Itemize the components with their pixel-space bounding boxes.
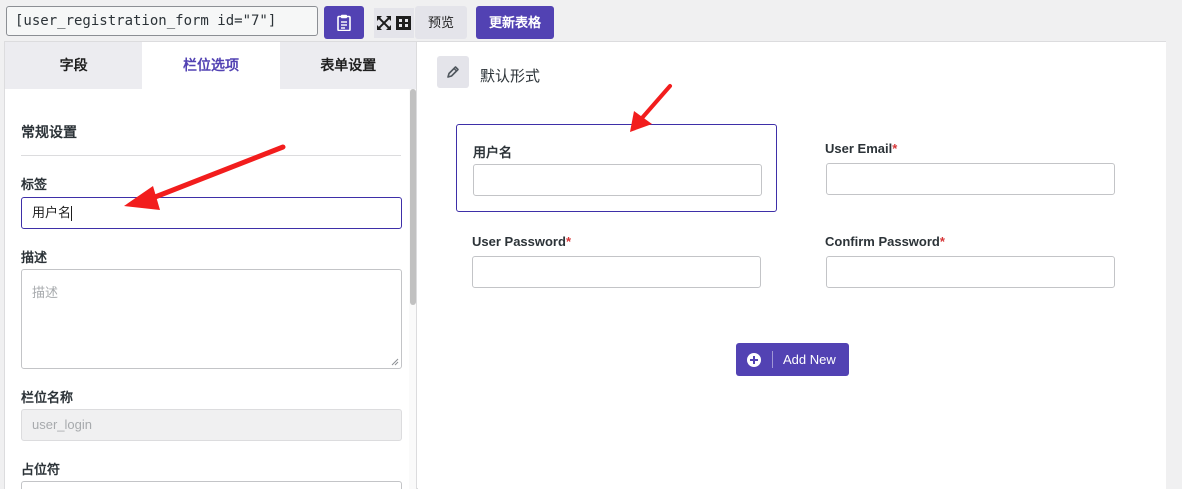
- pencil-icon: [447, 66, 459, 78]
- button-separator: [772, 351, 773, 368]
- panel-scrollbar[interactable]: [409, 89, 416, 489]
- copy-shortcode-button[interactable]: [324, 6, 364, 39]
- required-mark: *: [892, 141, 898, 156]
- required-mark: *: [939, 234, 945, 249]
- form-builder: 字段 栏位选项 表单设置 常规设置 标签 用户名 描述 描述 栏位名称 user…: [4, 41, 1166, 489]
- panel-tabs: 字段 栏位选项 表单设置: [5, 42, 416, 89]
- fullscreen-button[interactable]: [374, 8, 414, 38]
- preview-button[interactable]: 预览: [415, 6, 467, 39]
- label-input[interactable]: 用户名: [21, 197, 402, 229]
- field-name-input[interactable]: user_login: [21, 409, 402, 441]
- description-label: 描述: [21, 250, 48, 265]
- section-title: 常规设置: [21, 124, 77, 140]
- scrollbar-thumb[interactable]: [410, 89, 416, 305]
- form-field-username[interactable]: 用户名: [456, 124, 777, 212]
- tab-field-options[interactable]: 栏位选项: [142, 42, 280, 89]
- field-label: Confirm Password*: [825, 234, 945, 249]
- description-textarea[interactable]: 描述: [21, 269, 402, 369]
- add-new-label: Add New: [783, 352, 836, 367]
- page-edge: [1166, 0, 1182, 489]
- text-cursor: [71, 206, 73, 222]
- tab-form-settings[interactable]: 表单设置: [280, 42, 416, 89]
- row-edit-button[interactable]: [437, 56, 469, 88]
- clipboard-icon: [337, 14, 351, 31]
- row-title: 默认形式: [480, 68, 541, 85]
- field-label: 用户名: [473, 145, 513, 160]
- placeholder-label: 占位符: [21, 462, 61, 477]
- required-mark: *: [565, 234, 571, 249]
- shortcode-field[interactable]: [user_registration_form id="7"]: [6, 6, 318, 36]
- form-canvas: 默认形式 用户名 User Email* User Password* Conf…: [418, 42, 1166, 489]
- field-input-preview: [472, 256, 761, 288]
- field-input-preview: [826, 163, 1115, 195]
- description-placeholder: 描述: [32, 285, 59, 300]
- add-new-row-button[interactable]: Add New: [736, 343, 849, 376]
- update-form-button[interactable]: 更新表格: [476, 6, 554, 39]
- label-label: 标签: [21, 177, 48, 192]
- field-options-panel: 字段 栏位选项 表单设置 常规设置 标签 用户名 描述 描述 栏位名称 user…: [5, 42, 417, 489]
- tab-fields[interactable]: 字段: [5, 42, 142, 89]
- field-label: User Password*: [472, 234, 571, 249]
- field-input-preview: [826, 256, 1115, 288]
- resize-handle-icon: [391, 358, 399, 366]
- section-divider: [21, 155, 401, 156]
- form-field-user-password[interactable]: User Password*: [456, 218, 777, 306]
- form-field-user-email[interactable]: User Email*: [809, 124, 1130, 212]
- form-toolbar: [user_registration_form id="7"] 预览 更新表格: [0, 0, 1166, 40]
- plus-circle-icon: [747, 353, 761, 367]
- field-input-preview: [473, 164, 762, 196]
- field-label: User Email*: [825, 141, 898, 156]
- fullscreen-icon: [377, 16, 411, 30]
- label-input-value: 用户名: [32, 205, 72, 220]
- form-field-confirm-password[interactable]: Confirm Password*: [809, 218, 1130, 306]
- placeholder-input[interactable]: [21, 481, 402, 489]
- field-name-label: 栏位名称: [21, 390, 74, 405]
